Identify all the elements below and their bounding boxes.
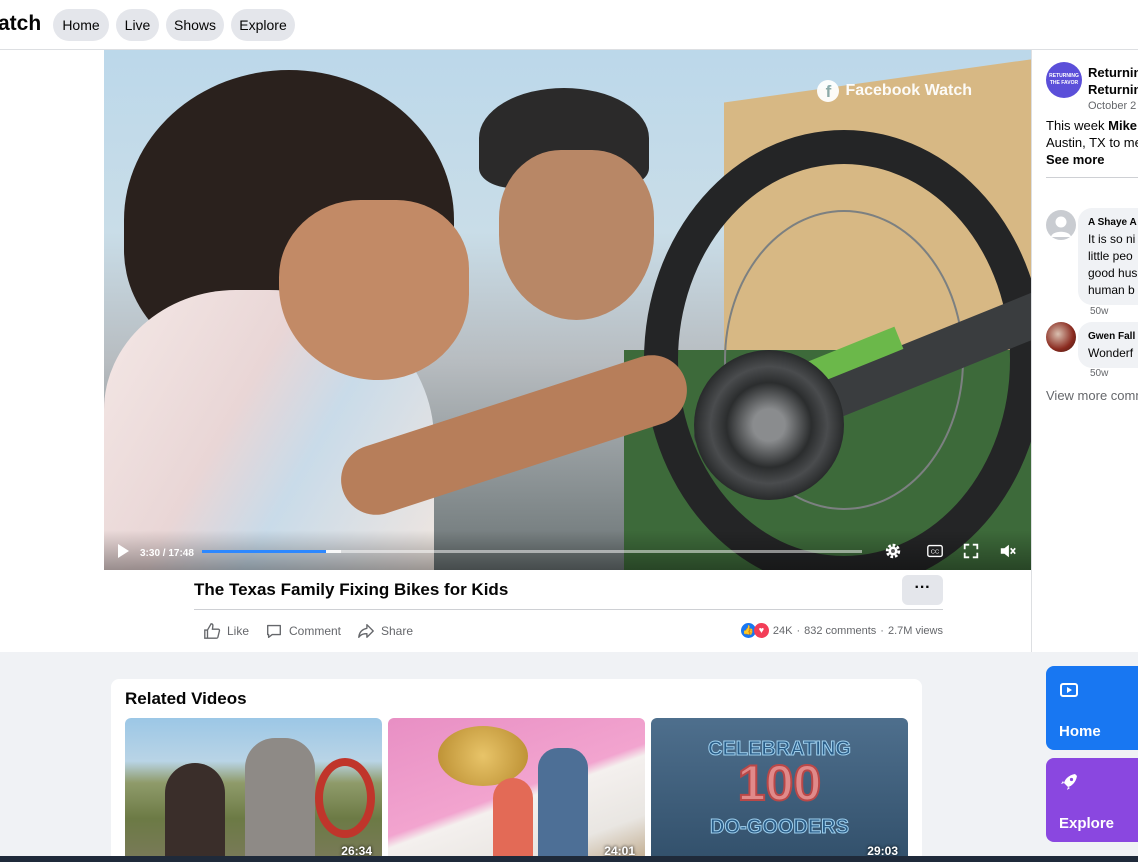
captions-icon[interactable]: CC bbox=[926, 542, 944, 560]
like-label: Like bbox=[227, 624, 250, 638]
video-title: The Texas Family Fixing Bikes for Kids bbox=[194, 580, 509, 599]
comment-author[interactable]: A Shaye A bbox=[1088, 214, 1138, 231]
fullscreen-icon[interactable] bbox=[962, 542, 980, 560]
thumbs-up-icon bbox=[204, 623, 221, 639]
reaction-count[interactable]: 24K bbox=[773, 625, 793, 637]
comment-label: Comment bbox=[289, 624, 342, 638]
page-name[interactable]: Returning bbox=[1088, 65, 1138, 80]
avatar[interactable] bbox=[1046, 210, 1076, 240]
post-date[interactable]: October 2 bbox=[1088, 100, 1136, 112]
related-videos-section: Related Videos 26:34 24:01 CELEBRATING 1… bbox=[111, 679, 922, 862]
settings-gear-icon[interactable] bbox=[884, 542, 902, 560]
comment-bubble: Gwen Fall Wonderf bbox=[1078, 322, 1138, 368]
progress-bar[interactable] bbox=[202, 550, 862, 553]
post-description-line-2: Austin, TX to me bbox=[1046, 135, 1138, 150]
post-side-panel: RETURNING THE FAVOR Returning Returning … bbox=[1031, 50, 1138, 652]
share-label: Share bbox=[381, 624, 414, 638]
tab-home[interactable]: Home bbox=[53, 9, 109, 41]
love-reaction-icon: ♥ bbox=[753, 623, 769, 638]
like-button[interactable]: Like bbox=[203, 622, 249, 640]
tab-live[interactable]: Live bbox=[116, 9, 159, 41]
facebook-logo-icon: f bbox=[817, 80, 840, 102]
thumbnail-overlay-text: DO-GOODERS bbox=[710, 816, 850, 839]
brand-title: atch bbox=[0, 12, 42, 35]
page-avatar[interactable]: RETURNING THE FAVOR bbox=[1046, 62, 1082, 98]
comment-time[interactable]: 50w bbox=[1090, 306, 1108, 317]
os-taskbar bbox=[0, 856, 1138, 862]
divider bbox=[1046, 177, 1138, 178]
comment-time[interactable]: 50w bbox=[1090, 368, 1108, 379]
watermark-text: Facebook Watch bbox=[845, 82, 972, 99]
comment-text: good hus bbox=[1088, 266, 1138, 280]
more-options-button[interactable]: ··· bbox=[902, 575, 943, 605]
stats-separator: · bbox=[796, 624, 801, 637]
share-button[interactable]: Share bbox=[357, 622, 413, 640]
thumbnail-overlay-number: 100 bbox=[737, 754, 822, 812]
comment-bubble: A Shaye A It is so ni little peo good hu… bbox=[1078, 208, 1138, 305]
share-icon bbox=[358, 624, 374, 638]
post-description: This week Mike bbox=[1046, 118, 1138, 133]
mute-icon[interactable] bbox=[999, 542, 1017, 560]
comment-text: little peo bbox=[1088, 249, 1133, 263]
view-count: 2.7M views bbox=[887, 624, 943, 637]
video-controls: 3:30 / 17:48 CC bbox=[104, 530, 1032, 570]
progress-fill bbox=[202, 550, 327, 553]
page-name-secondary[interactable]: Returning bbox=[1088, 82, 1138, 97]
comment-count[interactable]: 832 comments bbox=[804, 625, 876, 637]
facebook-watch-watermark: f Facebook Watch bbox=[817, 80, 972, 102]
related-video-thumbnail[interactable]: 24:01 bbox=[388, 718, 645, 862]
post-stats: 👍 ♥ 24K · 832 comments · 2.7M views bbox=[740, 623, 943, 638]
related-videos-heading: Related Videos bbox=[125, 689, 247, 708]
video-play-icon bbox=[1060, 683, 1078, 697]
rocket-icon bbox=[1061, 774, 1077, 790]
related-video-thumbnail[interactable]: CELEBRATING 100 DO-GOODERS 29:03 bbox=[651, 718, 908, 862]
tab-explore[interactable]: Explore bbox=[231, 9, 295, 41]
top-nav: atch Home Live Shows Explore bbox=[0, 0, 1138, 50]
svg-text:CC: CC bbox=[931, 550, 939, 556]
tab-shows[interactable]: Shows bbox=[166, 9, 224, 41]
default-avatar-icon bbox=[1051, 216, 1071, 237]
comment-button[interactable]: Comment bbox=[265, 622, 341, 640]
comment-icon bbox=[267, 624, 281, 638]
see-more-link[interactable]: See more bbox=[1046, 152, 1105, 167]
comment-author[interactable]: Gwen Fall bbox=[1088, 328, 1138, 345]
video-time: 3:30 / 17:48 bbox=[140, 548, 194, 559]
comment-text: Wonderf bbox=[1088, 346, 1134, 360]
play-icon[interactable] bbox=[118, 544, 129, 558]
comment-text: human b bbox=[1088, 283, 1135, 297]
comment-text: It is so ni bbox=[1088, 232, 1136, 246]
fab-explore-button[interactable]: Explore bbox=[1046, 758, 1138, 842]
avatar[interactable] bbox=[1046, 322, 1076, 352]
related-video-thumbnail[interactable]: 26:34 bbox=[125, 718, 382, 862]
stats-separator: · bbox=[880, 624, 884, 637]
fab-home-label: Home bbox=[1059, 723, 1101, 740]
video-player[interactable]: f Facebook Watch 3:30 / 17:48 CC bbox=[104, 50, 1032, 570]
fab-home-button[interactable]: Home bbox=[1046, 666, 1138, 750]
divider bbox=[194, 609, 943, 610]
fab-explore-label: Explore bbox=[1059, 815, 1115, 832]
view-more-comments-link[interactable]: View more comm bbox=[1046, 388, 1138, 403]
